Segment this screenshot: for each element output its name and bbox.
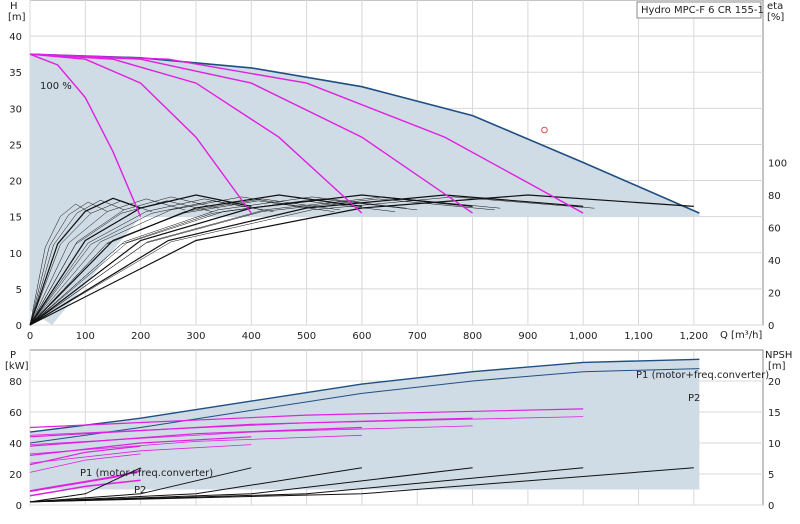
x-axis-title: Q [m³/h]	[720, 330, 762, 341]
y-tick-label-head: 25	[9, 140, 22, 151]
y-tick-label-npsh: 20	[768, 377, 781, 388]
x-tick-label: 300	[186, 331, 205, 342]
speed-annotation: 100 %	[40, 81, 72, 92]
x-tick-label: 1,000	[569, 331, 598, 342]
y-axis-title-npsh: NPSH	[765, 350, 792, 361]
y-tick-label-head: 0	[16, 321, 22, 332]
y-tick-label-power: 0	[16, 501, 22, 512]
y-tick-label-head: 35	[9, 68, 22, 79]
x-tick-label: 1,200	[680, 331, 709, 342]
x-tick-label: 900	[518, 331, 537, 342]
y-tick-label-eta: 60	[768, 224, 781, 235]
y-tick-label-npsh: 5	[768, 470, 774, 481]
y-axis-title-power: P	[10, 350, 16, 361]
y-axis-title-head: H	[10, 1, 18, 12]
y-tick-label-eta: 40	[768, 256, 781, 267]
x-tick-label: 1,100	[624, 331, 653, 342]
y-tick-label-npsh: 0	[768, 501, 774, 512]
x-tick-label: 400	[242, 331, 261, 342]
y-tick-label-head: 20	[9, 177, 22, 188]
y-axis-unit-npsh: [m]	[768, 361, 786, 372]
x-tick-label: 500	[297, 331, 316, 342]
p2-label-left: P2	[134, 485, 146, 496]
y-tick-label-npsh: 10	[768, 439, 781, 450]
p1-label-left: P1 (motor+freq.converter)	[80, 468, 213, 479]
x-tick-label: 600	[352, 331, 371, 342]
y-tick-label-head: 5	[16, 285, 22, 296]
y-tick-label-head: 30	[9, 104, 22, 115]
p2-label-right: P2	[688, 393, 700, 404]
y-tick-label-power: 40	[9, 439, 22, 450]
y-tick-label-eta: 100	[768, 159, 787, 170]
y-tick-label-power: 20	[9, 470, 22, 481]
y-axis-unit-power: [kW]	[5, 361, 29, 372]
y-tick-label-head: 15	[9, 213, 22, 224]
y-tick-label-head: 10	[9, 249, 22, 260]
p1-label-right: P1 (motor+freq.converter)	[636, 370, 769, 381]
pump-curve-chart: 0 100 200 300 400 500 600 700 800 900 1,000 1,100 1,…	[0, 0, 800, 520]
y-tick-label-npsh: 15	[768, 408, 781, 419]
y-axis-title-eta: eta	[767, 1, 783, 12]
chart-svg: 0 100 200 300 400 500 600 700 800 900 1,000 1,100 1,…	[5, 0, 792, 512]
y-axis-unit-eta: [%]	[767, 12, 784, 23]
x-tick-label: 0	[27, 331, 33, 342]
x-tick-label: 700	[408, 331, 427, 342]
y-tick-label-power: 80	[9, 377, 22, 388]
y-tick-label-eta: 20	[768, 289, 781, 300]
x-tick-label: 800	[463, 331, 482, 342]
chart-title: Hydro MPC-F 6 CR 155-1	[641, 5, 764, 16]
y-tick-label-eta: 0	[768, 321, 774, 332]
y-axis-unit-head: [m]	[8, 12, 26, 23]
y-tick-label-eta: 80	[768, 191, 781, 202]
y-tick-label-power: 60	[9, 408, 22, 419]
y-tick-label-head: 40	[9, 32, 22, 43]
x-tick-label: 200	[131, 331, 150, 342]
x-tick-label: 100	[76, 331, 95, 342]
